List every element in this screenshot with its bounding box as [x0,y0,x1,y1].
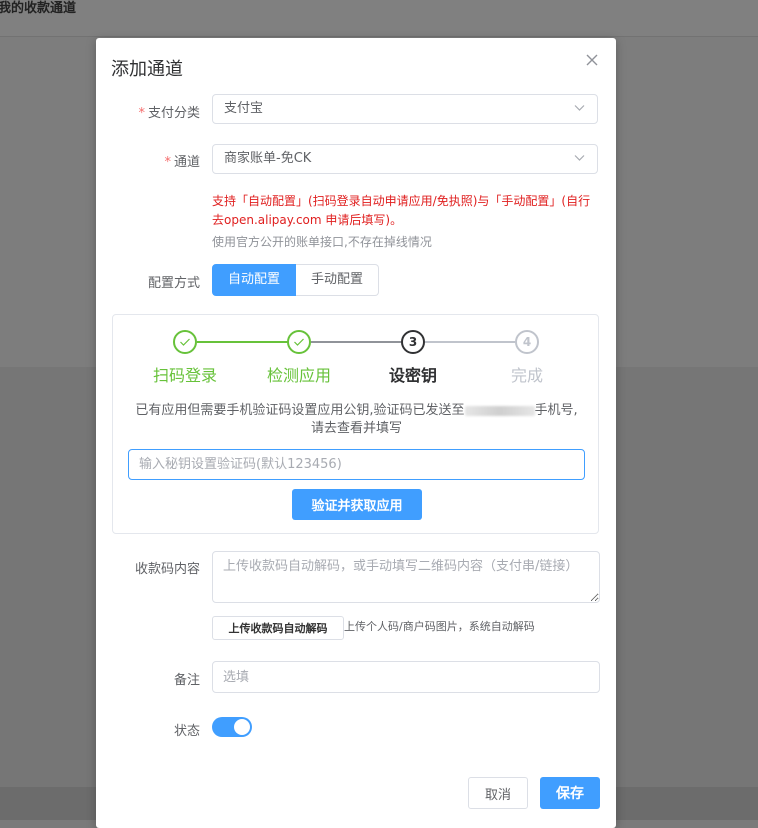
step-1-check-icon [173,330,197,354]
channel-hint-warning: 支持「自动配置」(扫码登录自动申请应用/免执照)与「手动配置」(自行去open.… [212,194,591,227]
step-connector-done [197,341,299,343]
step-1-label: 扫码登录 [152,366,217,385]
remark-label: 备注 [173,673,200,688]
remark-input[interactable] [212,661,600,693]
step-4-number: 4 [515,330,539,354]
switch-knob [234,719,250,735]
dialog-title: 添加通道 [111,59,183,80]
close-icon[interactable] [584,52,600,68]
page-title: 我的收款通道 [0,1,77,16]
auto-config-steps-panel: 3 4 扫码登录 检测应用 设密钥 完成 已有应用但需要手机验证码设置应用公钥,… [112,314,599,534]
required-mark: * [164,155,171,170]
upload-qr-hint: 上传个人码/商户码图片，系统自动解码 [344,620,535,633]
config-mode-auto-button[interactable]: 自动配置 [212,264,297,296]
step-connector [311,341,401,343]
status-toggle-switch[interactable] [212,717,252,737]
channel-hint-note: 使用官方公开的账单接口,不存在掉线情况 [212,235,432,249]
payment-category-label: * 支付分类 [138,106,200,121]
channel-label: * 通道 [164,155,200,170]
step-2-check-icon [287,330,311,354]
qr-content-textarea[interactable] [212,551,600,603]
verify-get-app-button[interactable]: 验证并获取应用 [292,489,422,520]
config-mode-label: 配置方式 [147,276,200,291]
masked-phone-number [464,405,535,416]
config-mode-manual-button[interactable]: 手动配置 [296,264,380,296]
required-mark: * [138,106,145,121]
add-channel-dialog: 添加通道 * 支付分类 支付宝 * 通道 商家账单-免CK 支持「自动配置」(扫码登… [96,38,616,828]
verification-code-input[interactable] [128,449,585,480]
channel-select[interactable]: 商家账单-免CK [212,144,598,174]
step-2-label: 检测应用 [266,366,331,385]
upload-qr-decode-button[interactable]: 上传收款码自动解码 [212,616,344,640]
step-4-label: 完成 [510,366,543,385]
payment-category-value: 支付宝 [224,101,264,116]
chevron-down-icon [574,105,585,111]
step-3-label: 设密钥 [388,366,437,385]
qr-content-label: 收款码内容 [134,562,200,577]
verify-instructions: 已有应用但需要手机验证码设置应用公钥,验证码已发送至 手机号,请去查看并填写 [135,403,578,436]
channel-value: 商家账单-免CK [224,151,312,166]
payment-category-select[interactable]: 支付宝 [212,94,598,124]
cancel-button[interactable]: 取消 [468,777,528,809]
status-label: 状态 [173,724,200,739]
chevron-down-icon [574,155,585,161]
page-header: 我的收款通道 [0,0,758,37]
step-connector-pending [425,341,515,343]
config-mode-toggle: 自动配置 手动配置 [212,264,380,296]
step-3-number: 3 [401,330,425,354]
save-button[interactable]: 保存 [540,777,600,809]
